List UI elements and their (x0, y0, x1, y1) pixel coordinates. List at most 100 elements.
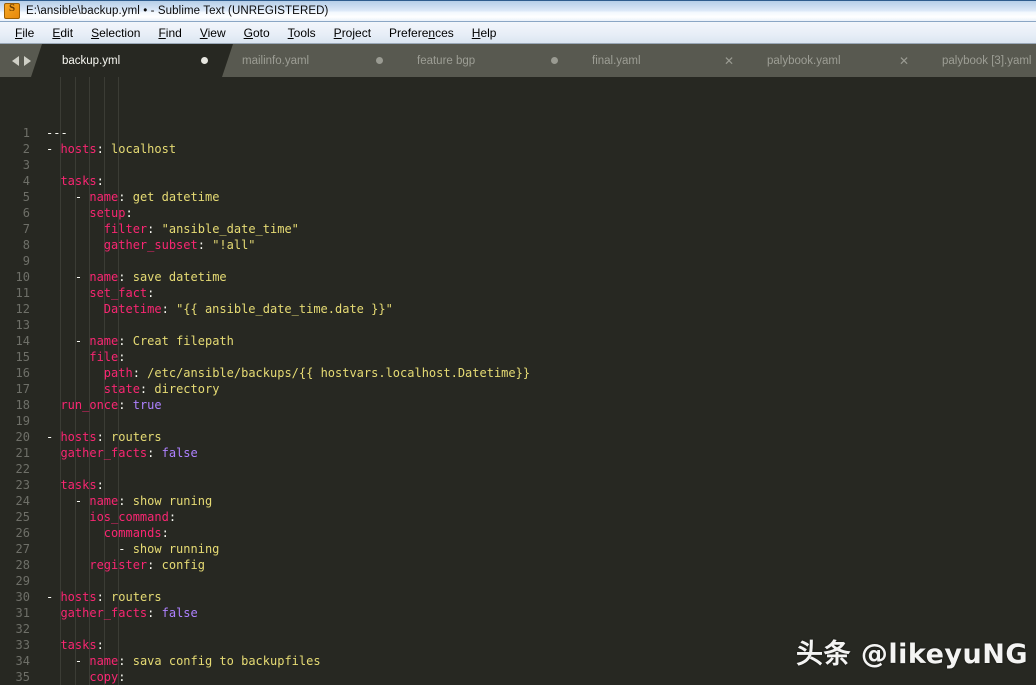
code-line[interactable]: 7 filter: "ansible_date_time" (0, 221, 1036, 237)
code-line[interactable]: 15 file: (0, 349, 1036, 365)
line-content[interactable]: - hosts: localhost (38, 141, 1036, 157)
line-content[interactable]: --- (38, 125, 1036, 141)
chevron-right-icon[interactable] (23, 55, 31, 66)
line-content[interactable]: set_fact: (38, 285, 1036, 301)
line-content[interactable]: - name: save datetime (38, 269, 1036, 285)
line-content[interactable]: tasks: (38, 173, 1036, 189)
editor-pane[interactable]: 1 --- 2- hosts: localhost 3 4 tasks: 5 - name… (0, 77, 1036, 685)
line-content[interactable]: tasks: (38, 477, 1036, 493)
line-content[interactable]: register: config (38, 557, 1036, 573)
line-content[interactable]: setup: (38, 205, 1036, 221)
menu-item-tools[interactable]: Tools (279, 24, 325, 42)
tab-palybook-3-yaml[interactable]: palybook [3].yaml (922, 44, 1036, 77)
code-line[interactable]: 27 - show running (0, 541, 1036, 557)
code-line[interactable]: 6 setup: (0, 205, 1036, 221)
code-line[interactable]: 24 - name: show runing (0, 493, 1036, 509)
code-line[interactable]: 28 register: config (0, 557, 1036, 573)
menu-item-edit[interactable]: Edit (43, 24, 82, 42)
code-line[interactable]: 32 (0, 621, 1036, 637)
dot-glyph (375, 57, 383, 64)
menu-item-help[interactable]: Help (463, 24, 506, 42)
code-line[interactable]: 18 run_once: true (0, 397, 1036, 413)
code-line[interactable]: 4 tasks: (0, 173, 1036, 189)
code-line[interactable]: 12 Datetime: "{{ ansible_date_time.date … (0, 301, 1036, 317)
menu-item-file[interactable]: File (6, 24, 43, 42)
menu-item-preferences[interactable]: Preferences (380, 24, 463, 42)
menu-item-find[interactable]: Find (149, 24, 190, 42)
code-line[interactable]: 30 - hosts: routers (0, 589, 1036, 605)
tab-unsaved-dot-icon[interactable] (548, 55, 560, 67)
line-content[interactable]: - name: show runing (38, 493, 1036, 509)
line-content[interactable]: - name: Creat filepath (38, 333, 1036, 349)
menu-item-view[interactable]: View (191, 24, 235, 42)
code-line[interactable]: 17 state: directory (0, 381, 1036, 397)
code-line[interactable]: 21 gather_facts: false (0, 445, 1036, 461)
tab-final-yaml[interactable]: final.yaml ✕ (572, 44, 758, 77)
line-content[interactable]: gather_facts: false (38, 445, 1036, 461)
tab-close-icon[interactable]: ✕ (898, 55, 910, 67)
code-line[interactable]: 22 (0, 461, 1036, 477)
code-line[interactable]: 1 --- (0, 125, 1036, 141)
code-line[interactable]: 25 ios_command: (0, 509, 1036, 525)
code-line[interactable]: 31 gather_facts: false (0, 605, 1036, 621)
chevron-left-icon[interactable] (11, 55, 19, 66)
code-line[interactable]: 9 (0, 253, 1036, 269)
tab-backup-yml[interactable]: backup.yml (31, 44, 233, 77)
menu-item-goto[interactable]: Goto (235, 24, 279, 42)
line-content[interactable]: state: directory (38, 381, 1036, 397)
line-content[interactable]: gather_subset: "!all" (38, 237, 1036, 253)
code-line[interactable]: 2 - hosts: localhost (0, 141, 1036, 157)
line-content[interactable] (38, 157, 1036, 173)
line-content[interactable]: ios_command: (38, 509, 1036, 525)
line-content[interactable]: - hosts: routers (38, 429, 1036, 445)
tab-unsaved-dot-icon[interactable] (373, 55, 385, 67)
line-content[interactable]: - name: sava config to backupfiles (38, 653, 1036, 669)
line-number: 8 (22, 238, 30, 252)
line-number: 15 (15, 350, 30, 364)
line-content[interactable]: commands: (38, 525, 1036, 541)
code-line[interactable]: 26 commands: (0, 525, 1036, 541)
line-number: 34 (15, 654, 30, 668)
code-line[interactable]: 13 (0, 317, 1036, 333)
code-line[interactable]: 11 set_fact: (0, 285, 1036, 301)
code-line[interactable]: 20 - hosts: routers (0, 429, 1036, 445)
code-area[interactable]: 1 --- 2- hosts: localhost 3 4 tasks: 5 - name… (0, 77, 1036, 685)
line-content[interactable] (38, 413, 1036, 429)
menu-item-project[interactable]: Project (325, 24, 380, 42)
code-line[interactable]: 3 (0, 157, 1036, 173)
line-content[interactable]: file: (38, 349, 1036, 365)
tab-close-icon[interactable]: ✕ (723, 55, 735, 67)
code-line[interactable]: 19 (0, 413, 1036, 429)
code-line[interactable]: 14 - name: Creat filepath (0, 333, 1036, 349)
tab-palybook-yaml[interactable]: palybook.yaml ✕ (747, 44, 933, 77)
code-line[interactable]: 16 path: /etc/ansible/backups/{{ hostvar… (0, 365, 1036, 381)
line-content[interactable] (38, 621, 1036, 637)
line-content[interactable]: - hosts: routers (38, 589, 1036, 605)
code-line[interactable]: 35 copy: (0, 669, 1036, 685)
tab-mailinfo-yaml[interactable]: mailinfo.yaml (222, 44, 408, 77)
line-content[interactable]: gather_facts: false (38, 605, 1036, 621)
code-line[interactable]: 8 gather_subset: "!all" (0, 237, 1036, 253)
tab-feature-bgp[interactable]: feature bgp (397, 44, 583, 77)
code-line[interactable]: 29 (0, 573, 1036, 589)
line-content[interactable] (38, 317, 1036, 333)
line-content[interactable]: Datetime: "{{ ansible_date_time.date }}" (38, 301, 1036, 317)
line-content[interactable] (38, 461, 1036, 477)
line-content[interactable]: run_once: true (38, 397, 1036, 413)
line-content[interactable]: - show running (38, 541, 1036, 557)
code-line[interactable]: 23 tasks: (0, 477, 1036, 493)
menu-item-selection[interactable]: Selection (82, 24, 149, 42)
line-content[interactable]: copy: (38, 669, 1036, 685)
code-line[interactable]: 34 - name: sava config to backupfiles (0, 653, 1036, 669)
line-number: 10 (15, 270, 30, 284)
code-line[interactable]: 10 - name: save datetime (0, 269, 1036, 285)
line-content[interactable]: tasks: (38, 637, 1036, 653)
tab-unsaved-dot-icon[interactable] (198, 55, 210, 67)
line-content[interactable] (38, 253, 1036, 269)
line-content[interactable] (38, 573, 1036, 589)
line-content[interactable]: - name: get datetime (38, 189, 1036, 205)
code-line[interactable]: 5 - name: get datetime (0, 189, 1036, 205)
line-content[interactable]: filter: "ansible_date_time" (38, 221, 1036, 237)
line-content[interactable]: path: /etc/ansible/backups/{{ hostvars.l… (38, 365, 1036, 381)
code-line[interactable]: 33 tasks: (0, 637, 1036, 653)
